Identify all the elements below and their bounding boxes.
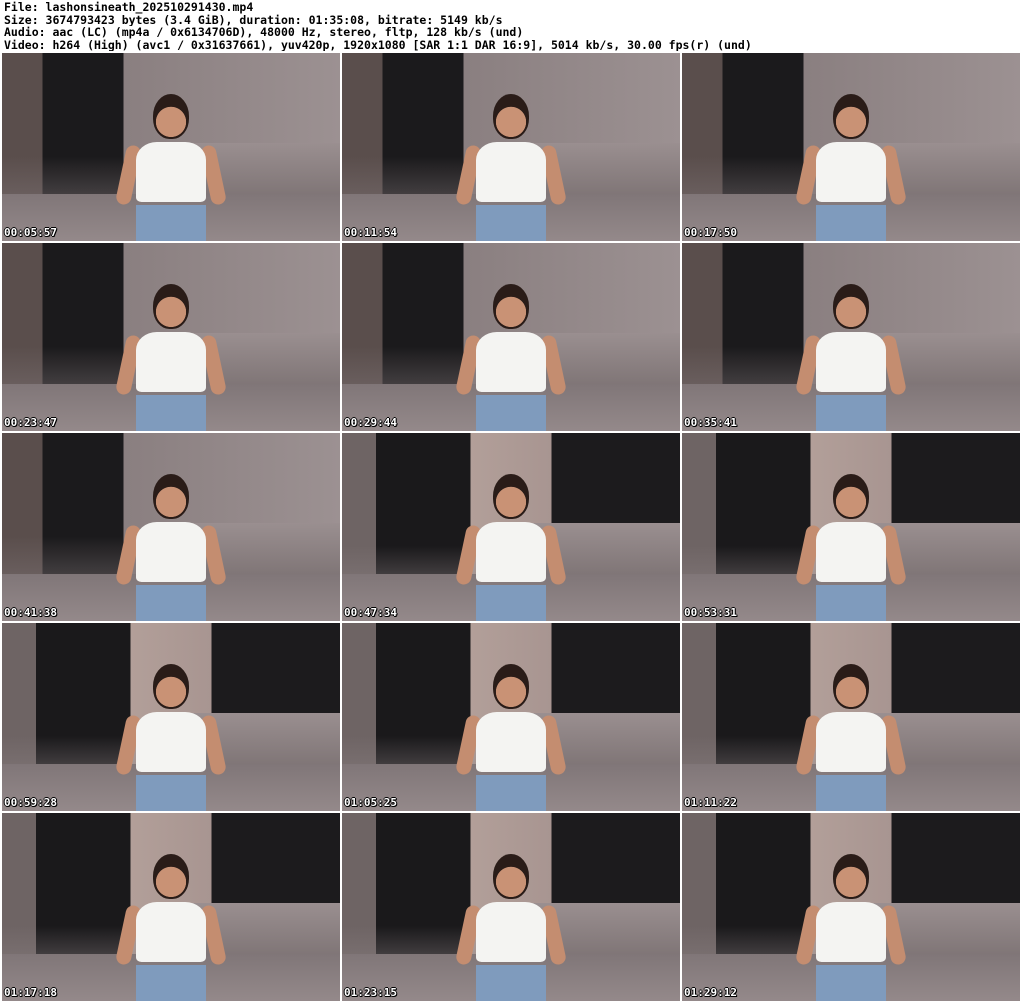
thumbnail[interactable]: 01:11:22 [682, 623, 1020, 811]
person-figure [455, 471, 567, 621]
thumbnail[interactable]: 00:35:41 [682, 243, 1020, 431]
thumbnail[interactable]: 00:59:28 [2, 623, 340, 811]
thumbnail[interactable]: 00:53:31 [682, 433, 1020, 621]
thumbnail-timestamp: 01:23:15 [344, 986, 397, 999]
person-figure [115, 661, 227, 811]
thumbnail[interactable]: 00:47:34 [342, 433, 680, 621]
person-figure [795, 851, 907, 1001]
person-figure [795, 661, 907, 811]
thumbnail[interactable]: 01:17:18 [2, 813, 340, 1001]
person-figure [455, 281, 567, 431]
thumbnail-timestamp: 00:11:54 [344, 226, 397, 239]
thumbnail-timestamp: 00:53:31 [684, 606, 737, 619]
file-size-line: Size: 3674793423 bytes (3.4 GiB), durati… [4, 13, 503, 27]
thumbnail-timestamp: 00:47:34 [344, 606, 397, 619]
thumbnail-timestamp: 00:41:38 [4, 606, 57, 619]
thumbnail[interactable]: 00:23:47 [2, 243, 340, 431]
person-figure [115, 471, 227, 621]
person-figure [795, 281, 907, 431]
thumbnail-timestamp: 00:05:57 [4, 226, 57, 239]
thumbnail-grid: 00:05:57 00:11:54 00:17:50 00:23:47 00:2… [2, 53, 1020, 1001]
thumbnail[interactable]: 01:05:25 [342, 623, 680, 811]
thumbnail-timestamp: 00:29:44 [344, 416, 397, 429]
person-figure [115, 281, 227, 431]
thumbnail-timestamp: 01:05:25 [344, 796, 397, 809]
thumbnail[interactable]: 00:41:38 [2, 433, 340, 621]
thumbnail-timestamp: 00:59:28 [4, 796, 57, 809]
file-name-line: File: lashonsineath_202510291430.mp4 [4, 1, 254, 14]
person-figure [795, 471, 907, 621]
thumbnail[interactable]: 00:05:57 [2, 53, 340, 241]
thumbnail[interactable]: 01:23:15 [342, 813, 680, 1001]
thumbnail-timestamp: 01:29:12 [684, 986, 737, 999]
person-figure [115, 851, 227, 1001]
thumbnail-timestamp: 01:17:18 [4, 986, 57, 999]
file-info-header: File: lashonsineath_202510291430.mp4 Siz… [0, 0, 1024, 52]
thumbnail[interactable]: 00:17:50 [682, 53, 1020, 241]
thumbnail-timestamp: 01:11:22 [684, 796, 737, 809]
thumbnail-timestamp: 00:23:47 [4, 416, 57, 429]
person-figure [455, 851, 567, 1001]
thumbnail-timestamp: 00:35:41 [684, 416, 737, 429]
person-figure [115, 91, 227, 241]
audio-info-line: Audio: aac (LC) (mp4a / 0x6134706D), 480… [4, 26, 524, 39]
thumbnail[interactable]: 00:11:54 [342, 53, 680, 241]
thumbnail-timestamp: 00:17:50 [684, 226, 737, 239]
person-figure [795, 91, 907, 241]
person-figure [455, 661, 567, 811]
thumbnail[interactable]: 00:29:44 [342, 243, 680, 431]
thumbnail[interactable]: 01:29:12 [682, 813, 1020, 1001]
person-figure [455, 91, 567, 241]
video-info-line: Video: h264 (High) (avc1 / 0x31637661), … [4, 38, 752, 52]
